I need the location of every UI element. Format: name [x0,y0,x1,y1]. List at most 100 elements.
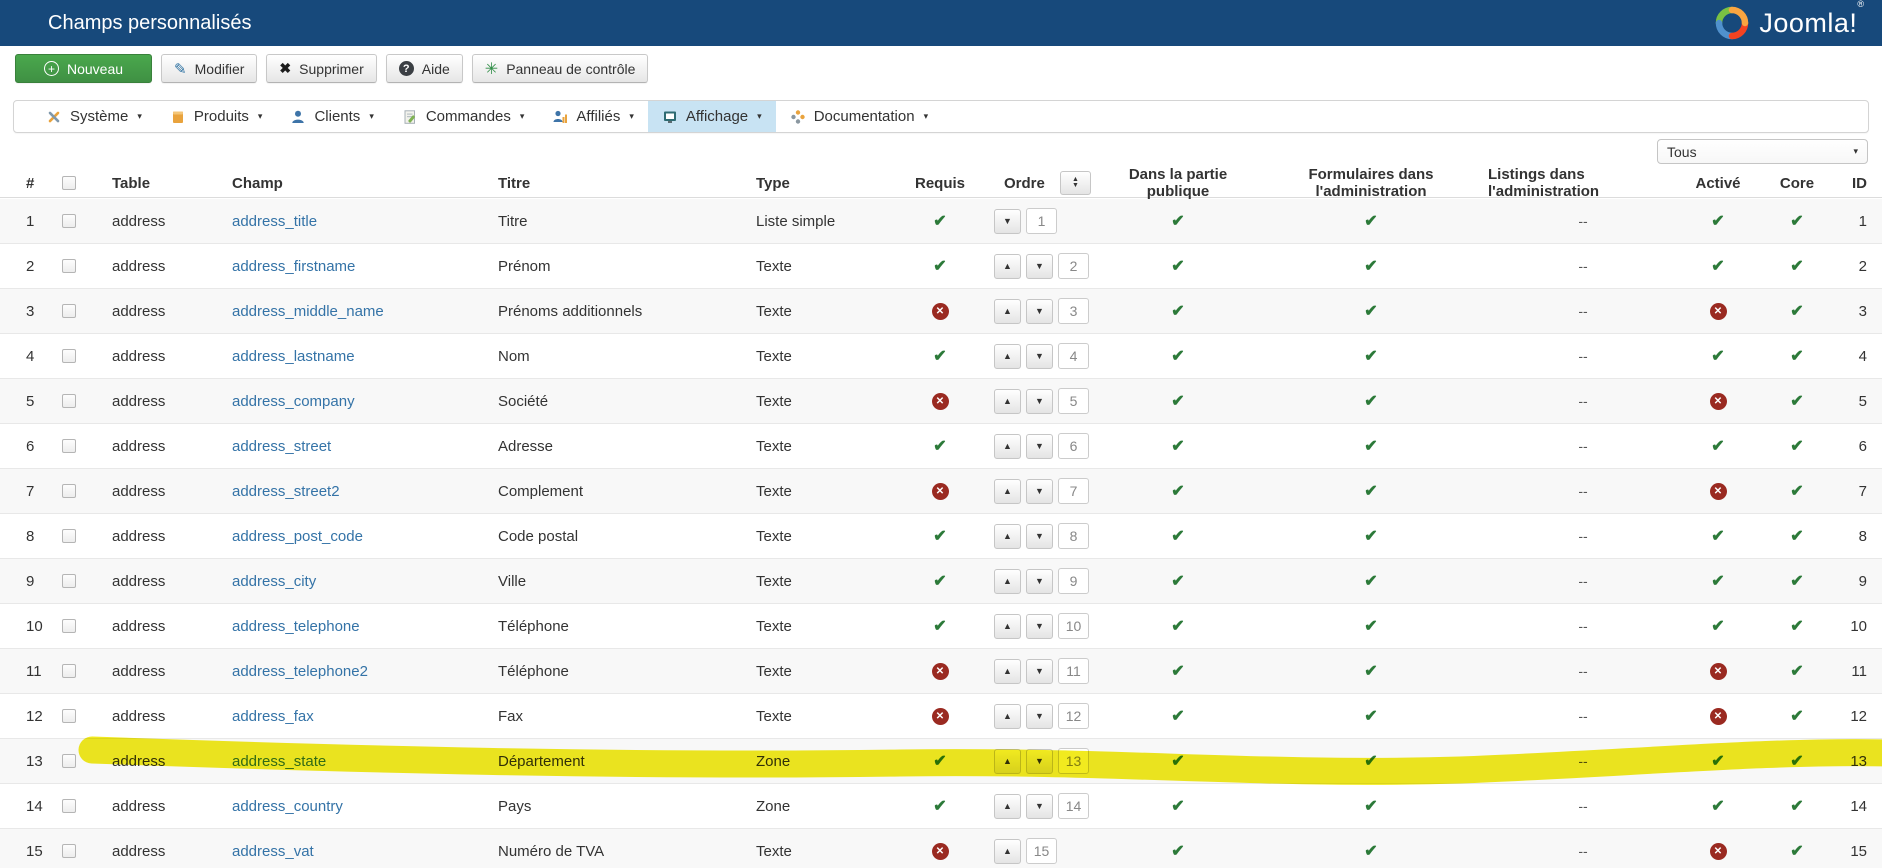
check-icon[interactable]: ✔ [1171,616,1184,636]
menu-item-systeme[interactable]: Système▾ [32,101,156,132]
delete-button[interactable]: ✖ Supprimer [266,54,376,83]
order-up-button[interactable]: ▲ [994,434,1021,459]
field-link[interactable]: address_middle_name [232,303,384,320]
check-icon[interactable]: ✔ [1171,211,1184,231]
order-down-button[interactable]: ▼ [994,209,1021,234]
check-icon[interactable]: ✔ [1364,526,1377,546]
col-header-adminforms[interactable]: Formulaires dans l'administration [1265,168,1477,198]
check-icon[interactable]: ✔ [1364,481,1377,501]
check-icon[interactable]: ✔ [933,346,946,366]
menu-item-clients[interactable]: Clients▾ [276,101,387,132]
order-down-button[interactable]: ▼ [1026,299,1053,324]
row-checkbox[interactable] [62,619,76,633]
check-icon[interactable]: ✔ [1364,391,1377,411]
field-link[interactable]: address_firstname [232,258,355,275]
cross-icon[interactable]: ✕ [1710,303,1727,320]
check-icon[interactable]: ✔ [1711,526,1724,546]
field-link[interactable]: address_street2 [232,483,340,500]
order-up-button[interactable]: ▲ [994,254,1021,279]
check-icon[interactable]: ✔ [1711,751,1724,771]
menu-item-affilies[interactable]: Affiliés▾ [538,101,647,132]
field-link[interactable]: address_state [232,753,326,770]
order-down-button[interactable]: ▼ [1026,659,1053,684]
order-input[interactable] [1058,658,1089,684]
control-panel-button[interactable]: ✳ Panneau de contrôle [472,54,649,83]
order-down-button[interactable]: ▼ [1026,569,1053,594]
order-down-button[interactable]: ▼ [1026,749,1053,774]
field-link[interactable]: address_fax [232,708,314,725]
col-header-table[interactable]: Table [112,168,224,198]
edit-button[interactable]: ✎ Modifier [161,54,257,83]
cross-icon[interactable]: ✕ [1710,843,1727,860]
order-input[interactable] [1058,343,1089,369]
order-up-button[interactable]: ▲ [994,794,1021,819]
select-all-checkbox[interactable] [62,176,76,190]
field-link[interactable]: address_company [232,393,355,410]
col-header-num[interactable]: # [18,168,54,198]
cross-icon[interactable]: ✕ [932,483,949,500]
order-down-button[interactable]: ▼ [1026,254,1053,279]
check-icon[interactable]: ✔ [1171,841,1184,861]
check-icon[interactable]: ✔ [1364,571,1377,591]
order-up-button[interactable]: ▲ [994,659,1021,684]
check-icon[interactable]: ✔ [1711,571,1724,591]
menu-item-commandes[interactable]: Commandes▾ [388,101,539,132]
check-icon[interactable]: ✔ [1364,661,1377,681]
cross-icon[interactable]: ✕ [932,708,949,725]
order-down-button[interactable]: ▼ [1026,794,1053,819]
col-header-id[interactable]: ID [1812,168,1868,198]
check-icon[interactable]: ✔ [933,526,946,546]
order-down-button[interactable]: ▼ [1026,389,1053,414]
row-checkbox[interactable] [62,574,76,588]
check-icon[interactable]: ✔ [1171,301,1184,321]
check-icon[interactable]: ✔ [1711,346,1724,366]
row-checkbox[interactable] [62,484,76,498]
check-icon[interactable]: ✔ [1171,391,1184,411]
row-checkbox[interactable] [62,844,76,858]
col-header-ordre[interactable]: Ordre [1004,168,1064,198]
order-down-button[interactable]: ▼ [1026,524,1053,549]
order-up-button[interactable]: ▲ [994,479,1021,504]
filter-select[interactable]: Tous ▾ [1657,139,1868,164]
order-up-button[interactable]: ▲ [994,524,1021,549]
check-icon[interactable]: ✔ [1364,841,1377,861]
order-input[interactable] [1058,478,1089,504]
order-sort-button[interactable]: ▲ ▼ [1060,171,1091,195]
check-icon[interactable]: ✔ [1171,661,1184,681]
col-header-frontend[interactable]: Dans la partie publique [1116,168,1240,198]
menu-item-produits[interactable]: Produits▾ [156,101,277,132]
order-up-button[interactable]: ▲ [994,749,1021,774]
check-icon[interactable]: ✔ [933,616,946,636]
check-icon[interactable]: ✔ [1171,706,1184,726]
row-checkbox[interactable] [62,349,76,363]
row-checkbox[interactable] [62,304,76,318]
field-link[interactable]: address_city [232,573,316,590]
order-input[interactable] [1058,433,1089,459]
check-icon[interactable]: ✔ [1171,346,1184,366]
order-up-button[interactable]: ▲ [994,344,1021,369]
check-icon[interactable]: ✔ [1171,751,1184,771]
row-checkbox[interactable] [62,799,76,813]
order-down-button[interactable]: ▼ [1026,704,1053,729]
check-icon[interactable]: ✔ [1364,346,1377,366]
check-icon[interactable]: ✔ [933,571,946,591]
col-header-listings[interactable]: Listings dans l'administration [1488,168,1678,198]
col-header-champ[interactable]: Champ [232,168,490,198]
order-input[interactable] [1058,748,1089,774]
order-up-button[interactable]: ▲ [994,389,1021,414]
order-down-button[interactable]: ▼ [1026,479,1053,504]
check-icon[interactable]: ✔ [933,211,946,231]
check-icon[interactable]: ✔ [1171,481,1184,501]
order-input[interactable] [1058,523,1089,549]
check-icon[interactable]: ✔ [1364,301,1377,321]
row-checkbox[interactable] [62,529,76,543]
field-link[interactable]: address_post_code [232,528,363,545]
check-icon[interactable]: ✔ [1171,526,1184,546]
order-down-button[interactable]: ▼ [1026,614,1053,639]
order-input[interactable] [1058,568,1089,594]
order-input[interactable] [1058,613,1089,639]
field-link[interactable]: address_country [232,798,343,815]
check-icon[interactable]: ✔ [1711,256,1724,276]
col-header-active[interactable]: Activé [1680,168,1756,198]
check-icon[interactable]: ✔ [1711,211,1724,231]
